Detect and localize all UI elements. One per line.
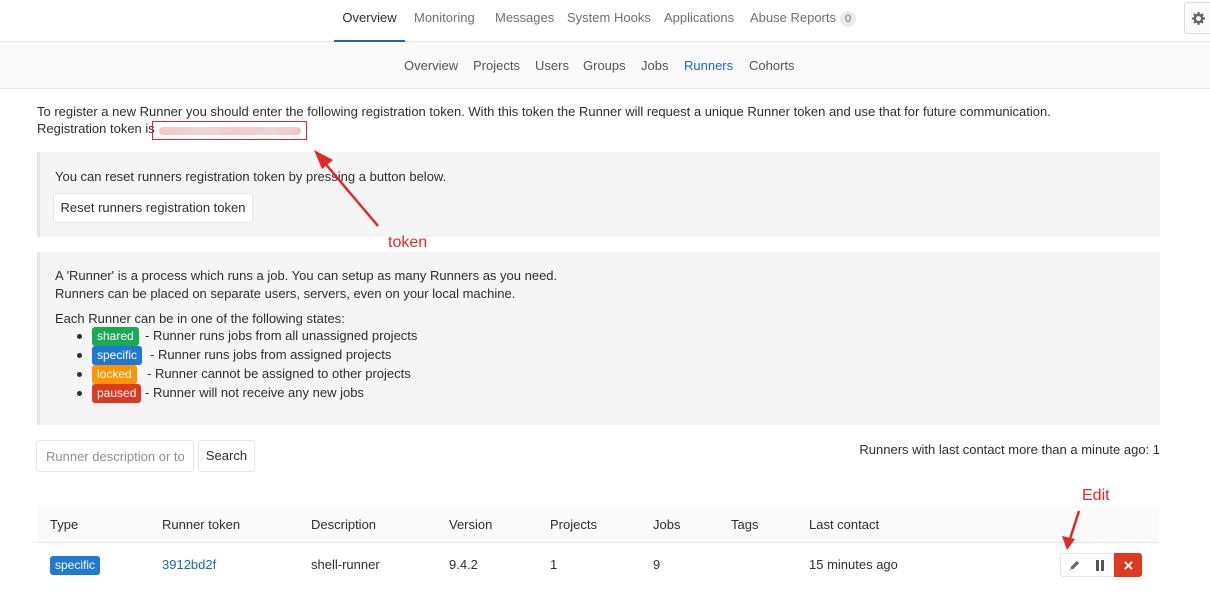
subtab-cohorts[interactable]: Cohorts: [749, 42, 795, 89]
bullet: [77, 353, 82, 358]
shared-badge: shared: [92, 327, 139, 346]
tab-monitoring[interactable]: Monitoring: [414, 0, 475, 42]
runner-version: 9.4.2: [449, 557, 478, 572]
locked-description: - Runner cannot be assigned to other pro…: [147, 366, 411, 381]
pause-runner-button[interactable]: [1087, 553, 1114, 577]
pause-icon: [1096, 559, 1104, 571]
registration-token-label: Registration token is: [37, 121, 155, 136]
registration-token-value: [152, 121, 307, 140]
header-runner-token: Runner token: [162, 517, 241, 532]
edit-runner-button[interactable]: [1060, 553, 1088, 577]
tab-messages[interactable]: Messages: [495, 0, 554, 42]
runner-token-link[interactable]: 3912bd2f: [162, 557, 216, 572]
runner-last-contact: 15 minutes ago: [809, 557, 898, 572]
header-description: Description: [311, 517, 377, 532]
locked-badge: locked: [92, 365, 137, 384]
registration-intro: To register a new Runner you should ente…: [37, 104, 1051, 119]
subtab-jobs[interactable]: Jobs: [641, 42, 668, 89]
runners-last-contact-count: Runners with last contact more than a mi…: [859, 442, 1160, 457]
runner-description-line1: A 'Runner' is a process which runs a job…: [55, 268, 558, 283]
specific-description: - Runner runs jobs from assigned project…: [150, 347, 392, 362]
runner-jobs: 9: [653, 557, 661, 572]
tab-overview[interactable]: Overview: [334, 0, 405, 42]
runner-projects: 1: [550, 557, 558, 572]
runner-description-line2: Runners can be placed on separate users,…: [55, 286, 516, 301]
pencil-icon: [1069, 560, 1079, 570]
tab-applications[interactable]: Applications: [664, 0, 734, 42]
header-projects: Projects: [550, 517, 597, 532]
tab-abuse-reports[interactable]: Abuse Reports 0: [750, 0, 857, 42]
settings-button[interactable]: [1184, 2, 1210, 34]
bullet: [77, 372, 82, 377]
reset-token-text: You can reset runners registration token…: [55, 169, 447, 184]
remove-runner-button[interactable]: [1114, 553, 1142, 577]
specific-badge: specific: [92, 346, 143, 365]
subtab-users[interactable]: Users: [535, 42, 569, 89]
top-nav: Overview Monitoring Messages System Hook…: [0, 0, 1210, 42]
runner-type-badge: specific: [50, 556, 101, 575]
header-jobs: Jobs: [653, 517, 681, 532]
token-annotation-label: token: [388, 234, 428, 251]
runner-description: shell-runner: [311, 557, 380, 572]
header-last-contact: Last contact: [809, 517, 880, 532]
bullet: [77, 334, 82, 339]
gear-icon: [1192, 11, 1205, 25]
runners-table-header: Type Runner token Description Version Pr…: [37, 506, 1159, 543]
blurred-token: [159, 127, 301, 135]
subtab-groups[interactable]: Groups: [583, 42, 626, 89]
header-tags: Tags: [731, 517, 759, 532]
paused-badge: paused: [92, 384, 142, 403]
reset-token-panel: You can reset runners registration token…: [37, 152, 1160, 237]
reset-token-button[interactable]: Reset runners registration token: [53, 193, 253, 223]
subtab-overview[interactable]: Overview: [404, 42, 458, 89]
subtab-projects[interactable]: Projects: [473, 42, 520, 89]
runner-search-input[interactable]: [36, 440, 194, 472]
edit-annotation-label: Edit: [1082, 487, 1110, 504]
shared-description: - Runner runs jobs from all unassigned p…: [145, 328, 418, 343]
bullet: [77, 391, 82, 396]
search-button[interactable]: Search: [198, 440, 255, 472]
header-type: Type: [50, 517, 79, 532]
runner-states-panel: A 'Runner' is a process which runs a job…: [37, 252, 1160, 425]
paused-description: - Runner will not receive any new jobs: [145, 385, 364, 400]
subtab-runners[interactable]: Runners: [684, 42, 733, 89]
sub-nav: Overview Projects Users Groups Jobs Runn…: [0, 42, 1210, 89]
header-version: Version: [449, 517, 493, 532]
close-icon: [1123, 560, 1133, 570]
abuse-reports-count-badge: 0: [840, 11, 857, 27]
tab-abuse-reports-label: Abuse Reports: [750, 10, 836, 25]
tab-system-hooks[interactable]: System Hooks: [567, 0, 651, 42]
runner-states-intro: Each Runner can be in one of the followi…: [55, 311, 345, 326]
